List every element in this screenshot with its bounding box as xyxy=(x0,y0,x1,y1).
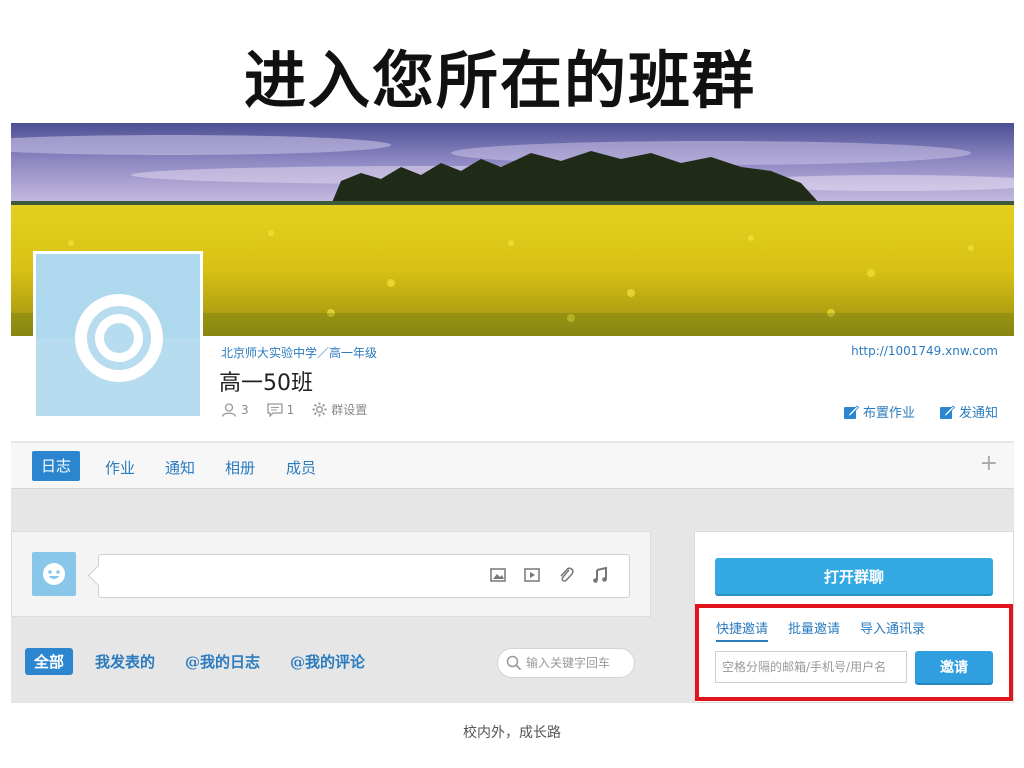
class-url-link[interactable]: http://1001749.xnw.com xyxy=(851,344,998,358)
slide-title: 进入您所在的班群 xyxy=(243,44,756,117)
class-avatar[interactable] xyxy=(33,251,203,419)
user-icon xyxy=(221,402,237,417)
tab-notice[interactable]: 通知 xyxy=(165,457,195,478)
post-composer xyxy=(11,531,651,617)
assign-homework-label: 布置作业 xyxy=(862,406,915,421)
filter-my-posts[interactable]: 我发表的 xyxy=(95,651,155,672)
edit-icon xyxy=(939,404,955,420)
messages-count: 1 xyxy=(286,402,295,417)
add-tab-button[interactable]: + xyxy=(980,451,998,476)
search-icon xyxy=(506,655,522,671)
edit-icon xyxy=(843,404,859,420)
messages-stat[interactable]: 1 xyxy=(266,402,295,417)
search-input[interactable] xyxy=(526,656,626,670)
music-icon[interactable] xyxy=(591,566,609,584)
tab-album[interactable]: 相册 xyxy=(225,457,255,478)
class-avatar-image xyxy=(36,254,200,416)
class-name: 高一50班 xyxy=(219,371,313,396)
feed-search xyxy=(497,648,635,678)
highlight-box xyxy=(695,604,1013,701)
tab-journal[interactable]: 日志 xyxy=(32,451,81,481)
send-notice-label: 发通知 xyxy=(958,406,998,421)
user-avatar xyxy=(32,552,76,596)
image-icon[interactable] xyxy=(489,566,507,584)
group-settings-link[interactable]: 群设置 xyxy=(312,401,367,418)
school-path-link[interactable]: 北京师大实验中学／高一年级 xyxy=(221,344,377,361)
class-actions: 布置作业 发通知 xyxy=(819,402,998,421)
open-chat-button[interactable]: 打开群聊 xyxy=(715,558,993,594)
members-stat[interactable]: 3 xyxy=(221,403,249,417)
attachment-icon[interactable] xyxy=(557,566,575,584)
tab-members[interactable]: 成员 xyxy=(286,457,316,478)
class-stats: 3 1 群设置 xyxy=(221,401,385,418)
members-count: 3 xyxy=(241,402,249,417)
video-icon[interactable] xyxy=(523,566,541,584)
app-screenshot: 北京师大实验中学／高一年级 高一50班 3 1 群设置 http://10017… xyxy=(11,123,1014,703)
composer-tools xyxy=(473,566,609,584)
feed-filters: 全部 我发表的 @我的日志 @我的评论 xyxy=(25,648,395,675)
filter-mentions-comments[interactable]: @我的评论 xyxy=(290,651,365,672)
post-input[interactable] xyxy=(98,554,630,598)
filter-mentions-journal[interactable]: @我的日志 xyxy=(185,651,260,672)
send-notice-button[interactable]: 发通知 xyxy=(939,402,998,421)
group-settings-label: 群设置 xyxy=(331,403,368,417)
smiley-icon xyxy=(43,563,65,585)
gear-icon xyxy=(312,402,327,417)
tab-homework[interactable]: 作业 xyxy=(105,457,135,478)
slide-footer: 校内外，成长路 xyxy=(463,725,561,741)
comment-icon xyxy=(266,402,283,417)
target-logo-icon xyxy=(75,294,163,382)
class-tab-bar: 日志 作业 通知 相册 成员 + xyxy=(11,443,1014,489)
assign-homework-button[interactable]: 布置作业 xyxy=(843,402,915,421)
filter-all[interactable]: 全部 xyxy=(25,648,74,675)
